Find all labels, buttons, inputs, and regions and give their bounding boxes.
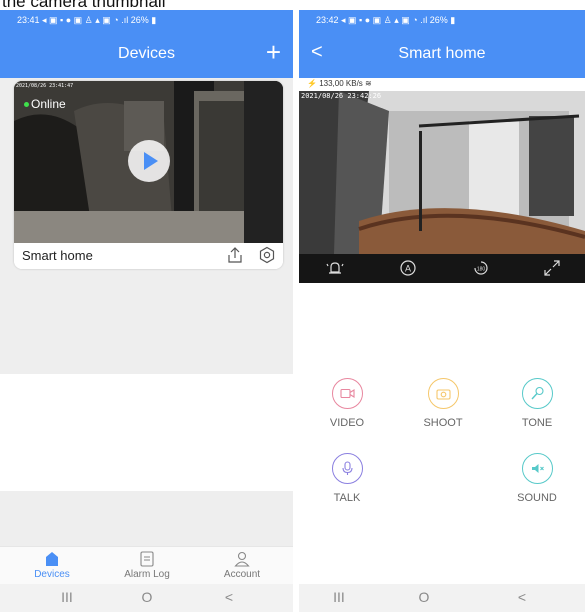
page-title: Smart home <box>398 45 486 62</box>
status-bar: 23:41 ◂ ▣ ▪ ● ▣ ♙ ▴ ▣ ◔ .ıl 26% ▮ <box>0 10 293 32</box>
sound-label: SOUND <box>517 492 557 504</box>
home-button[interactable]: O <box>137 589 157 605</box>
tone-ring <box>521 378 553 409</box>
play-button[interactable] <box>128 140 170 182</box>
fullscreen-icon[interactable] <box>542 258 562 278</box>
bottom-spacer <box>0 491 293 546</box>
signal-bolt-icon: ⚡ <box>307 79 317 88</box>
back-nav-button[interactable]: < <box>512 589 532 605</box>
system-nav-bar: III O < <box>0 584 293 612</box>
caption-text: the camera thumbnail <box>2 0 166 10</box>
back-nav-button[interactable]: < <box>219 589 239 605</box>
video-action[interactable]: VIDEO <box>312 378 382 429</box>
tone-label: TONE <box>521 417 553 429</box>
bitrate-value: 133,00 KB/s <box>319 79 363 88</box>
tab-account-label: Account <box>223 569 261 580</box>
microphone-icon <box>341 461 353 475</box>
tab-alarm-log[interactable]: Alarm Log <box>98 547 196 585</box>
device-card-footer: Smart home <box>14 243 283 269</box>
action-panel: VIDEO SHOOT TONE TALK SOUND <box>299 283 585 584</box>
camera-icon <box>435 389 451 400</box>
settings-gear-icon[interactable] <box>258 246 276 264</box>
rotate-180-icon[interactable]: 180 <box>471 258 491 278</box>
tab-account[interactable]: Account <box>193 547 291 585</box>
wifi-icon: ≋ <box>365 79 372 88</box>
online-status-label: Online <box>31 97 66 111</box>
video-ring <box>331 378 363 409</box>
online-dot-icon <box>24 102 29 108</box>
app-bar: Devices + <box>0 32 293 78</box>
bottom-tab-bar: Devices Alarm Log Account <box>0 546 293 584</box>
auto-icon[interactable]: A <box>398 258 418 278</box>
live-video-image <box>299 91 585 254</box>
talk-ring <box>331 453 363 484</box>
alarm-log-icon <box>140 551 154 567</box>
share-icon[interactable] <box>227 246 243 264</box>
microphone-tone-icon <box>530 386 544 400</box>
speaker-mute-icon <box>531 464 544 473</box>
tab-alarm-log-label: Alarm Log <box>124 569 170 580</box>
sound-action[interactable]: SOUND <box>502 453 572 504</box>
recents-button[interactable]: III <box>57 589 77 605</box>
app-bar: < Smart home <box>299 32 585 78</box>
add-device-button[interactable]: + <box>266 39 281 65</box>
live-video[interactable]: 2021/08/26 23:42:26 <box>299 91 585 254</box>
tone-action[interactable]: TONE <box>502 378 572 429</box>
system-nav-bar: III O < <box>299 584 585 612</box>
device-name: Smart home <box>22 248 93 263</box>
devices-icon <box>46 552 58 566</box>
devices-screen: 23:41 ◂ ▣ ▪ ● ▣ ♙ ▴ ▣ ◔ .ıl 26% ▮ Device… <box>0 10 293 612</box>
svg-text:A: A <box>405 264 411 274</box>
online-status: Online <box>24 97 66 111</box>
svg-text:180: 180 <box>477 267 486 273</box>
video-label: VIDEO <box>329 417 365 429</box>
recents-button[interactable]: III <box>329 589 349 605</box>
page-title: Devices <box>118 45 175 62</box>
tab-devices[interactable]: Devices <box>3 547 101 585</box>
home-button[interactable]: O <box>414 589 434 605</box>
tab-devices-label: Devices <box>34 569 70 580</box>
thumbnail-timestamp: 2021/08/26 23:41:47 <box>16 83 74 89</box>
play-icon <box>144 152 158 170</box>
video-controls: A 180 <box>299 254 585 283</box>
device-card[interactable]: 2021/08/26 23:41:47 Online Smart home <box>14 81 283 269</box>
account-icon <box>234 551 250 567</box>
shoot-ring <box>427 378 459 409</box>
shoot-label: SHOOT <box>423 417 463 429</box>
status-bar: 23:42 ◂ ▣ ▪ ● ▣ ♙ ▴ ▣ ◔ .ıl 26% ▮ <box>299 10 585 32</box>
bitrate-indicator: ⚡ 133,00 KB/s ≋ <box>299 78 585 91</box>
caption: the camera thumbnail <box>0 0 585 10</box>
alarm-icon[interactable] <box>325 258 345 278</box>
live-view-screen: 23:42 ◂ ▣ ▪ ● ▣ ♙ ▴ ▣ ◔ .ıl 26% ▮ < Smar… <box>299 10 585 612</box>
sound-ring <box>521 453 553 484</box>
camera-thumbnail[interactable]: 2021/08/26 23:41:47 Online <box>14 81 283 243</box>
video-timestamp: 2021/08/26 23:42:26 <box>301 92 382 100</box>
talk-label: TALK <box>333 492 361 504</box>
shoot-action[interactable]: SHOOT <box>408 378 478 429</box>
talk-action[interactable]: TALK <box>312 453 382 504</box>
video-camera-icon <box>339 388 355 399</box>
